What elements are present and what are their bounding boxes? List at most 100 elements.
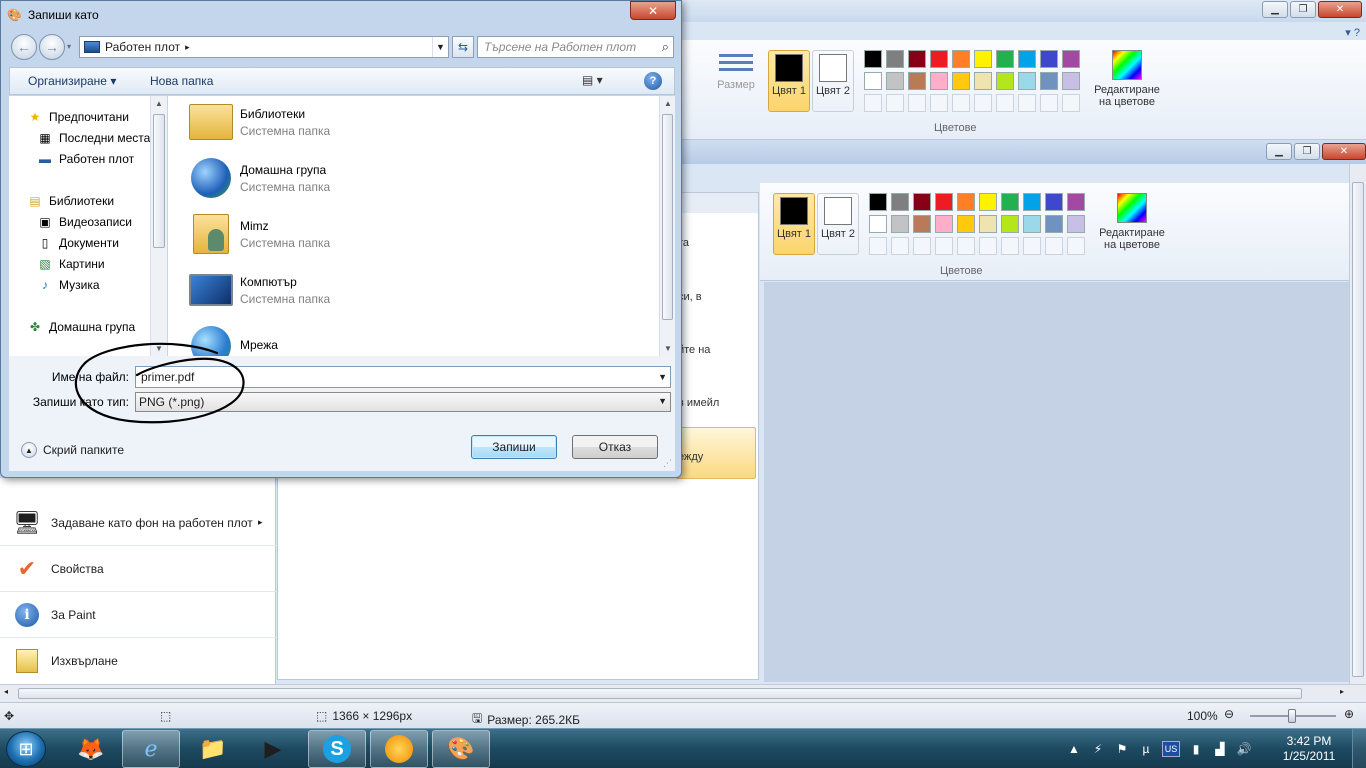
nav-scroll-down-icon[interactable]: ▼ [151,344,167,353]
filename-input[interactable]: primer.pdf ▼ [135,366,671,388]
vertical-scroll-thumb[interactable] [1352,182,1364,677]
inner-maximize-button[interactable]: ❐ [1294,143,1320,160]
palette-color-swatch[interactable] [1045,215,1063,233]
address-location[interactable]: Работен плот [105,40,180,54]
file-item-homegroup[interactable]: Домашна група Системна папка [186,152,646,204]
palette-color-swatch[interactable] [908,50,926,68]
show-hidden-icons-icon[interactable]: ▲ [1066,741,1082,757]
file-item-user[interactable]: Mimz Системна папка [186,208,646,260]
palette-empty-slot[interactable] [1045,237,1063,255]
nav-scroll-thumb[interactable] [153,114,165,248]
change-view-button[interactable]: ▤ ▾ [582,73,603,87]
filename-dropdown-icon[interactable]: ▼ [658,372,667,382]
back-button[interactable]: ← [11,34,37,60]
filetype-dropdown-icon[interactable]: ▼ [658,396,667,406]
palette-empty-slot[interactable] [886,94,904,112]
palette-empty-slot[interactable] [979,237,997,255]
palette-empty-slot[interactable] [869,237,887,255]
palette-color-swatch[interactable] [957,193,975,211]
palette-color-swatch[interactable] [1040,50,1058,68]
utorrent-icon[interactable]: µ [1138,741,1154,757]
cancel-button[interactable]: Отказ [572,435,658,459]
palette-color-swatch[interactable] [886,72,904,90]
nav-pane-scrollbar[interactable]: ▲ ▼ [150,96,167,356]
palette-color-swatch[interactable] [1001,215,1019,233]
search-input[interactable]: Търсене на Работен плот ⌕ [477,36,674,58]
paint-minimize-button[interactable]: ▁ [1262,1,1288,18]
palette-color-swatch[interactable] [979,215,997,233]
nav-favorites[interactable]: ★ Предпочитани [27,109,129,125]
organize-button[interactable]: Организиране ▾ [28,74,116,88]
palette-color-swatch[interactable] [869,193,887,211]
palette-color-swatch[interactable] [1062,50,1080,68]
nav-music[interactable]: ♪ Музика [37,277,100,293]
scroll-right-icon[interactable]: ▸ [1340,687,1344,696]
palette-color-swatch[interactable] [908,72,926,90]
palette-empty-slot[interactable] [1018,94,1036,112]
save-button[interactable]: Запиши [471,435,557,459]
nav-homegroup[interactable]: ✤ Домашна група [27,319,135,335]
new-folder-button[interactable]: Нова папка [150,74,213,88]
battery-icon[interactable]: ▮ [1188,741,1204,757]
palette-color-swatch[interactable] [974,50,992,68]
palette-color-swatch[interactable] [864,72,882,90]
messenger-icon[interactable] [370,730,428,768]
help-button[interactable]: ? [644,72,662,90]
palette-color-swatch[interactable] [869,215,887,233]
horizontal-scrollbar[interactable]: ◂ ▸ [0,684,1366,702]
color1-button[interactable]: Цвят 1 [768,50,810,112]
paint-maximize-button[interactable]: ❐ [1290,1,1316,18]
file-item-network[interactable]: Мрежа [186,320,646,356]
canvas-area[interactable] [764,282,1366,682]
zoom-out-button[interactable]: ⊖ [1224,707,1234,721]
recent-pages-icon[interactable]: ▾ [67,42,71,51]
zoom-in-button[interactable]: ⊕ [1344,707,1354,721]
forward-button[interactable]: → [39,34,65,60]
paint-close-button[interactable]: ✕ [1318,1,1362,18]
filename-value[interactable]: primer.pdf [141,370,194,384]
ribbon-help-icon[interactable]: ▾ ? [1345,26,1360,39]
nav-libraries[interactable]: ▤ Библиотеки [27,193,114,209]
skype-icon[interactable]: S [308,730,366,768]
palette-color-swatch[interactable] [1045,193,1063,211]
resize-grip-icon[interactable]: ⋰ [663,458,672,469]
palette-empty-slot[interactable] [952,94,970,112]
palette-color-swatch[interactable] [1062,72,1080,90]
palette-empty-slot[interactable] [1040,94,1058,112]
zoom-slider-knob[interactable] [1288,709,1296,723]
palette-color-swatch[interactable] [952,50,970,68]
paint-icon[interactable]: 🎨 [432,730,490,768]
palette-color-swatch[interactable] [1001,193,1019,211]
file-item-libraries[interactable]: Библиотеки Системна папка [186,96,646,148]
palette-empty-slot[interactable] [974,94,992,112]
volume-icon[interactable]: 🔊 [1236,741,1252,757]
vertical-scrollbar[interactable] [1349,164,1366,684]
palette-color-swatch[interactable] [996,72,1014,90]
inner-color1-button[interactable]: Цвят 1 [773,193,815,255]
properties-item[interactable]: ✔ Свойства [0,546,276,592]
inner-close-button[interactable]: ✕ [1322,143,1366,160]
horizontal-scroll-thumb[interactable] [18,688,1302,699]
edit-colors-button[interactable]: Редактиране на цветове [1092,50,1162,108]
file-list-scrollbar[interactable]: ▲ ▼ [659,96,675,356]
show-desktop-button[interactable] [1352,729,1366,768]
palette-color-swatch[interactable] [1067,193,1085,211]
palette-color-swatch[interactable] [1067,215,1085,233]
set-desktop-background-item[interactable]: 🖥 Задаване като фон на работен плот ▸ [0,500,276,546]
filetype-select[interactable]: PNG (*.png) ▼ [135,392,671,412]
refresh-button[interactable]: ⇆ [452,36,474,58]
list-scroll-thumb[interactable] [662,114,673,320]
palette-color-swatch[interactable] [935,193,953,211]
palette-empty-slot[interactable] [930,94,948,112]
breadcrumb-chevron-icon[interactable]: ▸ [185,42,190,53]
address-dropdown-icon[interactable]: ▼ [432,37,448,57]
inner-minimize-button[interactable]: ▁ [1266,143,1292,160]
palette-empty-slot[interactable] [1062,94,1080,112]
about-paint-item[interactable]: i За Paint [0,592,276,638]
network-signal-icon[interactable]: ▟ [1212,741,1228,757]
windows-explorer-icon[interactable]: 📁 [184,730,242,768]
palette-color-swatch[interactable] [930,72,948,90]
list-scroll-down-icon[interactable]: ▼ [660,344,676,353]
scroll-left-icon[interactable]: ◂ [4,687,8,696]
palette-color-swatch[interactable] [913,193,931,211]
